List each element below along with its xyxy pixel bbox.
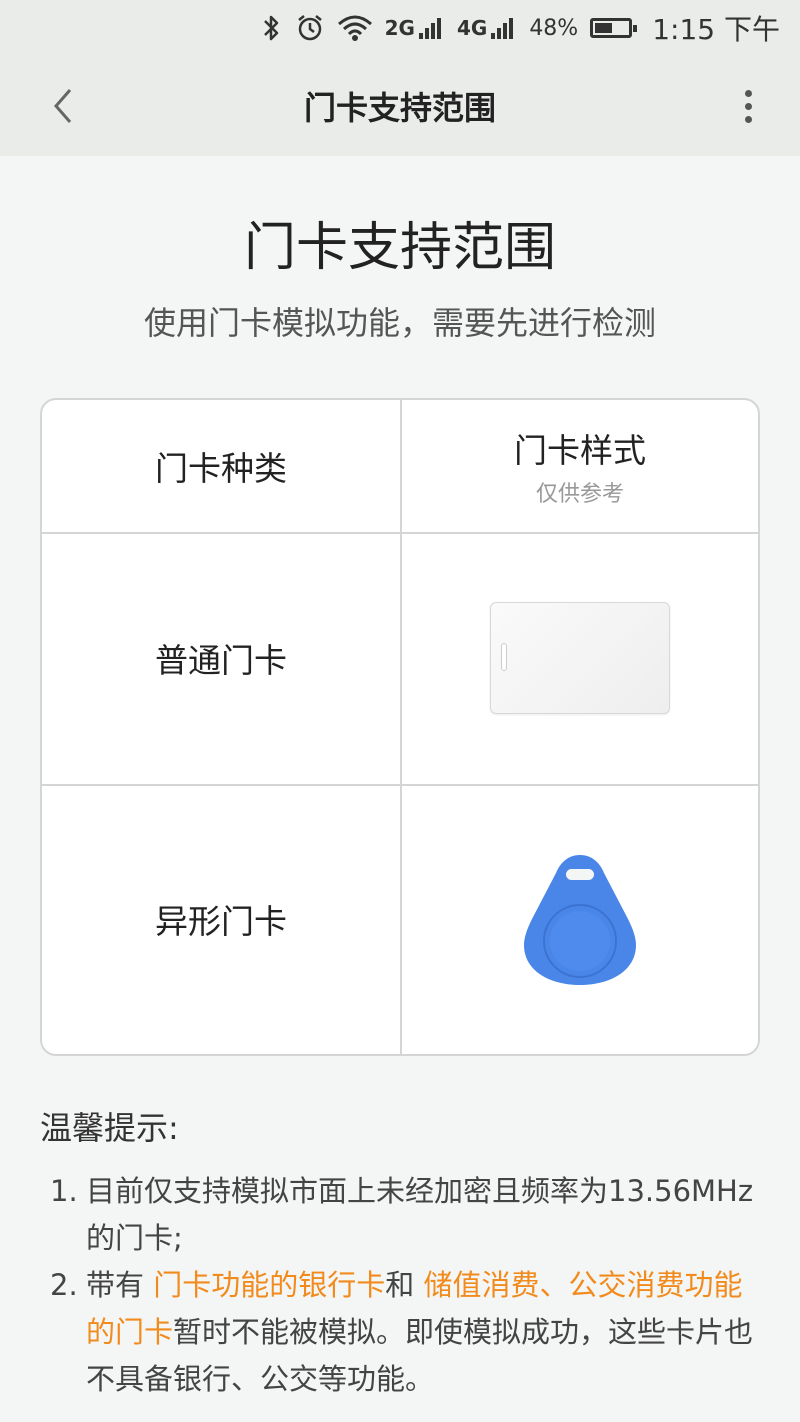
list-item: 1. 目前仅支持模拟市面上未经加密且频率为13.56MHz的门卡; xyxy=(50,1168,760,1262)
header-card-style: 门卡样式 xyxy=(514,431,646,470)
table-cell: 普通门卡 xyxy=(42,532,402,784)
tip-number: 2. xyxy=(50,1268,78,1302)
signal-bars-icon xyxy=(417,17,441,39)
network-2g: 2G xyxy=(385,16,445,40)
tips-title: 温馨提示: xyxy=(40,1109,179,1147)
header-card-style-note: 仅供参考 xyxy=(535,482,624,507)
blue-keyfob-image xyxy=(524,855,636,985)
status-bar: 2G 4G 48% 1:15 下午 xyxy=(0,0,800,56)
white-card-image xyxy=(490,602,670,714)
bluetooth-icon xyxy=(261,13,283,43)
tip-text-part: 和 xyxy=(385,1268,424,1302)
table-header-cell: 门卡种类 xyxy=(42,400,402,532)
more-options-button[interactable] xyxy=(724,82,772,130)
main-heading: 门卡支持范围 xyxy=(243,218,556,278)
highlight-bank-card: 门卡功能的银行卡 xyxy=(153,1268,386,1302)
battery-percent: 48% xyxy=(529,15,579,41)
table-cell: 异形门卡 xyxy=(42,784,402,1054)
back-button[interactable] xyxy=(38,82,86,130)
table-header-row: 门卡种类 门卡样式 仅供参考 xyxy=(42,400,758,534)
card-type-label: 异形门卡 xyxy=(155,902,287,941)
header-card-type: 门卡种类 xyxy=(155,449,287,488)
card-type-table: 门卡种类 门卡样式 仅供参考 普通门卡 异形门卡 xyxy=(40,398,760,1056)
table-cell xyxy=(402,532,758,784)
chevron-left-icon xyxy=(54,89,72,123)
alarm-icon xyxy=(295,13,325,43)
title-bar: 门卡支持范围 xyxy=(0,56,800,156)
wifi-icon xyxy=(337,14,373,42)
list-item: 2. 带有 门卡功能的银行卡和 储值消费、公交消费功能的门卡暂时不能被模拟。即使… xyxy=(50,1262,760,1403)
tip-text: 带有 门卡功能的银行卡和 储值消费、公交消费功能的门卡暂时不能被模拟。即使模拟成… xyxy=(86,1262,760,1403)
more-vertical-icon xyxy=(744,89,752,97)
table-row: 异形门卡 xyxy=(42,784,758,1054)
battery-icon xyxy=(590,18,640,38)
tip-number: 1. xyxy=(50,1174,78,1208)
table-row: 普通门卡 xyxy=(42,532,758,786)
signal-bars-icon xyxy=(489,17,514,39)
table-cell xyxy=(402,784,758,1054)
tip-text-part: 带有 xyxy=(86,1268,154,1302)
table-header-cell: 门卡样式 仅供参考 xyxy=(402,400,758,532)
page-title: 门卡支持范围 xyxy=(303,89,496,127)
card-type-label: 普通门卡 xyxy=(155,641,287,680)
main-subheading: 使用门卡模拟功能，需要先进行检测 xyxy=(143,304,656,342)
tip-text: 目前仅支持模拟市面上未经加密且频率为13.56MHz的门卡; xyxy=(86,1174,754,1255)
tip-text-part: 暂时不能被模拟。即使模拟成功，这些卡片也不具备银行、公交等功能。 xyxy=(86,1315,754,1396)
network-4g: 4G xyxy=(457,16,517,40)
tips-list: 1. 目前仅支持模拟市面上未经加密且频率为13.56MHz的门卡; 2. 带有 … xyxy=(50,1168,760,1403)
clock: 1:15 下午 xyxy=(652,13,780,46)
